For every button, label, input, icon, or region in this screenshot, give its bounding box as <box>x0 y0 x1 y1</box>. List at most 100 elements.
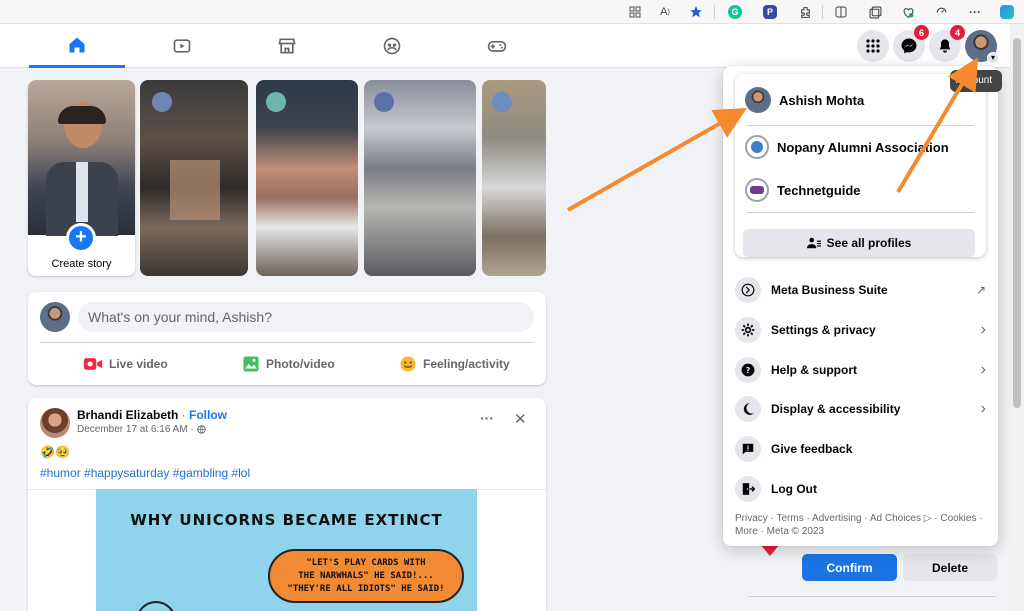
notifications-button[interactable]: 4 <box>929 25 965 62</box>
svg-text:?: ? <box>746 365 751 375</box>
messenger-button[interactable]: 6 <box>893 25 929 62</box>
chevron-right-icon: › <box>980 321 986 338</box>
nav-tab-watch[interactable] <box>134 24 230 68</box>
question-icon: ? <box>735 357 761 383</box>
photo-video-icon <box>243 356 259 372</box>
photo-video-button[interactable]: Photo/video <box>242 352 335 376</box>
post-close-icon[interactable]: ✕ <box>514 410 527 428</box>
copilot-icon[interactable] <box>998 3 1016 21</box>
messenger-icon <box>901 38 917 54</box>
delete-button[interactable]: Delete <box>903 554 997 581</box>
browser-toolbar: A) G P ··· <box>0 0 1024 24</box>
menu-item-display-accessibility[interactable]: Display & accessibility › <box>735 393 986 425</box>
menu-item-label: Help & support <box>771 363 857 377</box>
nav-tab-home[interactable] <box>29 24 125 68</box>
menu-item-label: Settings & privacy <box>771 323 876 337</box>
performance-icon[interactable] <box>932 3 950 21</box>
post-separator: · <box>178 408 190 422</box>
split-screen-icon[interactable] <box>832 3 850 21</box>
facebook-top-nav: 6 4 ▾ <box>0 24 1010 68</box>
composer-input[interactable]: What's on your mind, Ashish? <box>78 302 534 332</box>
account-avatar-button[interactable]: ▾ <box>965 30 999 64</box>
profiles-card: Ashish Mohta Nopany Alumni Association T… <box>735 74 986 257</box>
feeling-activity-button[interactable]: Feeling/activity <box>399 352 510 376</box>
story-thumbnail[interactable] <box>364 80 476 276</box>
post-more-icon[interactable]: ··· <box>480 410 494 426</box>
meta-business-suite-icon <box>735 277 761 303</box>
annotation-arrow-to-profile <box>567 108 747 212</box>
gaming-icon <box>487 41 507 52</box>
story-thumbnail[interactable] <box>140 80 248 276</box>
story-thumbnail[interactable] <box>256 80 358 276</box>
groups-icon <box>383 37 401 55</box>
nav-tab-groups[interactable] <box>344 24 440 68</box>
account-tooltip: Account <box>950 70 1002 92</box>
log-out-icon <box>735 476 761 502</box>
live-video-label: Live video <box>109 357 168 371</box>
nav-tab-gaming[interactable] <box>449 24 545 68</box>
account-menu: Ashish Mohta Nopany Alumni Association T… <box>723 66 998 546</box>
technetguide-logo-icon <box>745 178 769 202</box>
browser-essentials-icon[interactable] <box>899 3 917 21</box>
composer-divider <box>40 342 534 343</box>
post-hashtags[interactable]: #humor #happysaturday #gambling #lol <box>40 466 250 480</box>
sidebar-divider <box>748 596 996 597</box>
meme-title: WHY UNICORNS BECAME EXTINCT <box>130 511 443 529</box>
post-author-name[interactable]: Brhandi Elizabeth <box>77 408 178 422</box>
see-all-profiles-button[interactable]: See all profiles <box>743 229 975 257</box>
menu-item-settings-privacy[interactable]: Settings & privacy › <box>735 314 986 346</box>
toolbar-divider <box>714 5 715 19</box>
post-timestamp[interactable]: December 17 at 6:16 AM · <box>77 424 194 435</box>
live-video-icon <box>83 358 103 370</box>
menu-button[interactable] <box>857 30 889 62</box>
profile-row-ashish-mohta[interactable]: Ashish Mohta <box>745 87 864 113</box>
create-story-label: Create story <box>51 258 112 270</box>
story-thumbnail[interactable] <box>482 80 546 276</box>
bell-icon <box>939 39 951 53</box>
menu-item-label: Display & accessibility <box>771 402 901 416</box>
profiles-separator <box>747 212 974 213</box>
toolbar-divider <box>822 5 823 19</box>
menu-item-label: Give feedback <box>771 442 853 456</box>
extension-p-icon[interactable]: P <box>761 3 779 21</box>
see-all-profiles-label: See all profiles <box>826 236 912 250</box>
more-icon[interactable]: ··· <box>966 3 984 21</box>
post-meme-image[interactable]: WHY UNICORNS BECAME EXTINCT "LET'S PLAY … <box>96 489 477 611</box>
feedback-icon <box>735 436 761 462</box>
follow-link[interactable]: Follow <box>189 408 227 422</box>
notifications-badge: 4 <box>950 25 965 40</box>
scroll-thumb[interactable] <box>1013 38 1021 408</box>
feeling-smiley-icon <box>400 356 416 372</box>
collections-icon[interactable] <box>866 3 884 21</box>
people-icon <box>806 237 821 249</box>
page-scrollbar[interactable] <box>1010 24 1024 611</box>
apps-grid-icon <box>866 39 880 53</box>
meme-drawing <box>136 601 176 611</box>
post-author-avatar[interactable] <box>40 408 70 438</box>
profile-avatar <box>745 87 771 113</box>
grammarly-icon[interactable]: G <box>726 3 744 21</box>
confirm-button[interactable]: Confirm <box>802 554 897 581</box>
extensions-puzzle-icon[interactable] <box>796 3 814 21</box>
menu-item-help-support[interactable]: ? Help & support › <box>735 354 986 386</box>
profile-row-technetguide[interactable]: Technetguide <box>745 178 861 202</box>
create-story-card[interactable]: + Create story <box>28 80 135 276</box>
menu-item-meta-business-suite[interactable]: Meta Business Suite ↗ <box>735 274 986 306</box>
grid-icon[interactable] <box>626 3 644 21</box>
nav-tab-marketplace[interactable] <box>239 24 335 68</box>
meme-line: THE NARWHALS" HE SAID!... <box>298 571 434 581</box>
live-video-button[interactable]: Live video <box>83 352 168 376</box>
add-story-plus-icon[interactable]: + <box>66 223 96 253</box>
menu-item-give-feedback[interactable]: Give feedback <box>735 433 986 465</box>
favorite-star-icon[interactable] <box>687 3 705 21</box>
profile-row-nopany-alumni[interactable]: Nopany Alumni Association <box>745 135 949 159</box>
composer-avatar[interactable] <box>40 302 70 332</box>
read-aloud-icon[interactable]: A) <box>656 3 674 21</box>
feed-post: Brhandi Elizabeth · Follow December 17 a… <box>28 398 546 611</box>
menu-footer-links[interactable]: Privacy · Terms · Advertising · Ad Choic… <box>735 512 985 538</box>
post-emoji: 🤣🥹 <box>40 445 70 459</box>
nopany-logo-icon <box>745 135 769 159</box>
profile-name: Ashish Mohta <box>779 92 865 108</box>
menu-item-log-out[interactable]: Log Out <box>735 473 986 505</box>
menu-item-label: Meta Business Suite <box>771 283 888 297</box>
